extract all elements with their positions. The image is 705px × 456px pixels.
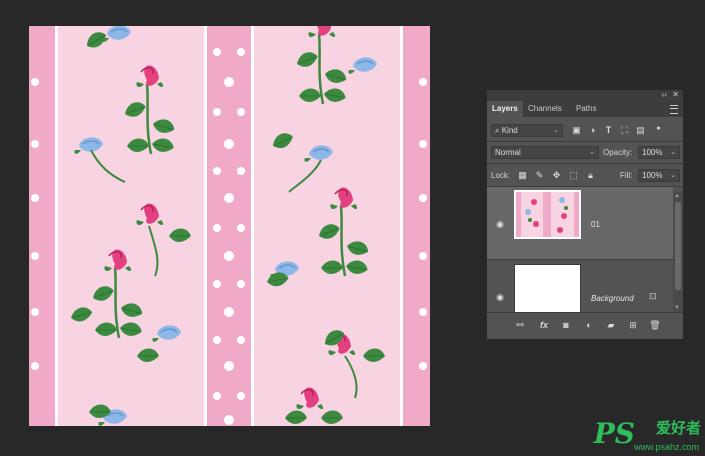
- scrollbar-thumb[interactable]: [675, 202, 681, 290]
- pixel-layer-filter-icon[interactable]: ▣: [571, 125, 582, 136]
- fill-value: 100%: [642, 171, 663, 180]
- floral-pattern-image: [29, 26, 430, 426]
- lock-all-icon[interactable]: 🔒︎: [585, 170, 596, 181]
- type-layer-filter-icon[interactable]: T: [603, 125, 614, 136]
- panel-tabs: Layers Channels Paths: [487, 101, 683, 117]
- filter-kind-label: Kind: [501, 126, 518, 135]
- layers-scrollbar[interactable]: ▲ ▼: [673, 192, 683, 312]
- watermark-url: www.psahz.com: [633, 442, 699, 452]
- layer-name[interactable]: 01: [591, 220, 600, 229]
- lock-icon: ⊡: [649, 291, 657, 301]
- blend-mode-value: Normal: [495, 148, 521, 157]
- artboard-nesting-icon[interactable]: ⬚: [568, 170, 579, 181]
- filter-kind-dropdown[interactable]: ⌕ Kind ⌄: [491, 124, 563, 137]
- divider: [487, 163, 683, 164]
- add-mask-icon[interactable]: ◙: [560, 319, 572, 331]
- new-group-icon[interactable]: ▰: [605, 319, 617, 331]
- search-icon: ⌕: [495, 126, 500, 135]
- lock-image-pixels-icon[interactable]: ✎: [534, 170, 545, 181]
- layer-thumbnail: [514, 190, 581, 239]
- layer-thumbnail: [514, 264, 581, 313]
- opacity-label: Opacity:: [603, 148, 633, 157]
- adjustment-layer-icon[interactable]: ◐: [583, 319, 595, 331]
- layer-thumbnail-pattern: [516, 192, 579, 237]
- watermark-logo: PS: [593, 417, 635, 450]
- layers-panel: ‹‹ ✕ Layers Channels Paths ⌕ Kind ⌄ ▣ ◑ …: [486, 89, 684, 340]
- tab-paths[interactable]: Paths: [571, 101, 601, 117]
- link-layers-icon[interactable]: ⚯: [514, 319, 526, 331]
- blend-mode-dropdown[interactable]: Normal ⌄: [491, 146, 599, 159]
- visibility-eye-icon[interactable]: ◉: [493, 292, 507, 302]
- layer-name[interactable]: Background: [591, 294, 634, 303]
- divider: [487, 141, 683, 142]
- chevron-down-icon: ⌄: [553, 127, 559, 134]
- fill-field[interactable]: 100% ⌄: [638, 169, 680, 182]
- layer-row-background[interactable]: ◉ Background ⊡: [487, 260, 673, 316]
- lock-label: Lock:: [491, 171, 511, 180]
- chevron-down-icon: ⌄: [589, 149, 595, 156]
- document-canvas[interactable]: [29, 26, 430, 426]
- fill-label: Fill:: [620, 171, 633, 180]
- smart-object-filter-icon[interactable]: ▤: [635, 125, 646, 136]
- chevron-down-icon: ⌄: [670, 172, 676, 179]
- chevron-down-icon: ⌄: [670, 149, 676, 156]
- layers-bottom-toolbar: ⚯ fx ◙ ◐ ▰ ⊞ 🗑︎: [487, 312, 683, 339]
- lock-transparent-pixels-icon[interactable]: ▦: [517, 170, 528, 181]
- panel-header-strip: ‹‹ ✕: [487, 90, 683, 101]
- scroll-down-icon[interactable]: ▼: [674, 305, 680, 311]
- adjustment-layer-filter-icon[interactable]: ◑: [587, 125, 598, 136]
- visibility-eye-icon[interactable]: ◉: [493, 219, 507, 229]
- panel-menu-icon[interactable]: [670, 105, 678, 114]
- fx-icon[interactable]: fx: [538, 319, 550, 331]
- trash-icon[interactable]: 🗑︎: [649, 319, 661, 331]
- tab-layers[interactable]: Layers: [487, 101, 523, 117]
- collapse-icon[interactable]: ‹‹: [662, 90, 667, 99]
- opacity-field[interactable]: 100% ⌄: [638, 146, 680, 159]
- opacity-value: 100%: [642, 148, 663, 157]
- lock-position-icon[interactable]: ✥: [551, 170, 562, 181]
- close-icon[interactable]: ✕: [672, 90, 679, 99]
- layer-row-01[interactable]: ◉ 01: [487, 187, 673, 259]
- new-layer-icon[interactable]: ⊞: [627, 319, 639, 331]
- scroll-up-icon[interactable]: ▲: [674, 193, 680, 199]
- watermark-chinese-text: 爱好者: [655, 420, 701, 437]
- shape-layer-filter-icon[interactable]: ⛶: [619, 125, 630, 136]
- tab-channels[interactable]: Channels: [523, 101, 567, 117]
- filter-toggle-icon[interactable]: ●: [653, 123, 664, 134]
